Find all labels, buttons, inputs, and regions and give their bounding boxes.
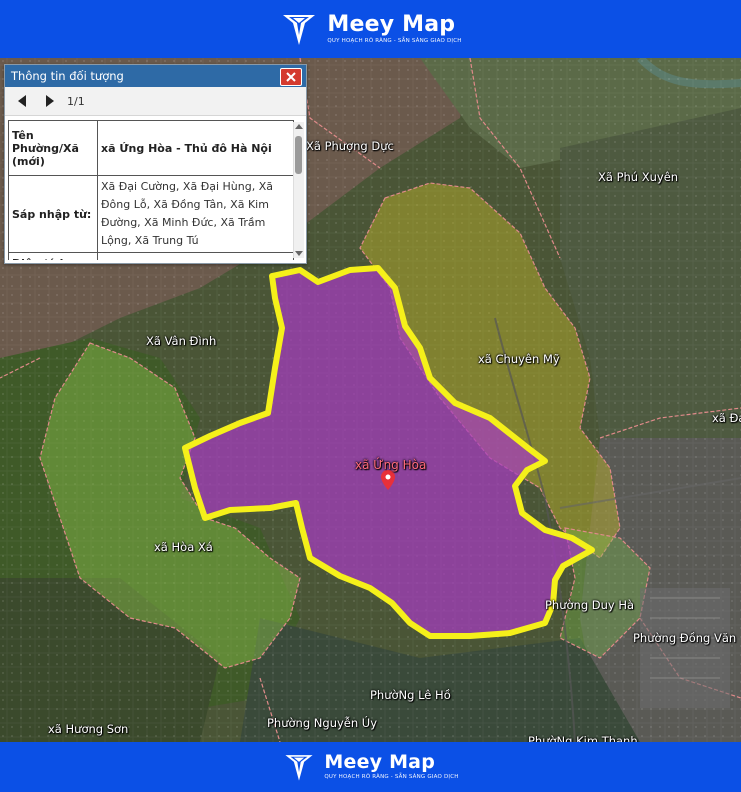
- arrow-right-icon: [46, 95, 54, 107]
- panel-title: Thông tin đối tượng: [11, 69, 124, 83]
- map-label: Phường Đồng Văn: [633, 631, 737, 645]
- map-canvas[interactable]: Xã Phượng Dực Xã Phú Xuyên Xã Vân Đình x…: [0, 58, 741, 742]
- selected-commune-label: xã Ứng Hòa: [355, 458, 427, 472]
- panel-scrollbar[interactable]: [293, 122, 304, 258]
- close-button[interactable]: [280, 68, 302, 86]
- meey-logo-icon: [282, 750, 316, 784]
- scroll-thumb[interactable]: [295, 136, 302, 174]
- info-table: Tên Phường/Xã (mới) xã Ứng Hòa - Thủ đô …: [8, 120, 294, 260]
- map-label: xã Hòa Xá: [154, 540, 213, 554]
- table-row: Sáp nhập từ: Xã Đại Cường, Xã Đại Hùng, …: [8, 175, 294, 253]
- row-key: Sáp nhập từ:: [8, 175, 98, 253]
- table-row: Diện tích: [8, 252, 294, 260]
- map-label: Xã Vân Đình: [146, 334, 217, 348]
- map-label: Phường Nguyễn Úy: [267, 716, 378, 730]
- info-panel: Thông tin đối tượng 1/1 Tên Phường/Xã (m…: [4, 64, 307, 264]
- brand-name: Meey Map: [324, 751, 435, 774]
- map-label: xã Đa: [712, 411, 741, 425]
- panel-pager: 1/1: [5, 87, 306, 116]
- brand-tagline: QUY HOẠCH RÕ RÀNG - SẴN SÀNG GIAO DỊCH: [324, 774, 459, 781]
- panel-body[interactable]: Tên Phường/Xã (mới) xã Ứng Hòa - Thủ đô …: [8, 120, 296, 260]
- pager-count: 1/1: [67, 94, 85, 108]
- panel-header: Thông tin đối tượng: [5, 65, 306, 87]
- map-label: PhườNg Kim Thanh: [528, 734, 638, 742]
- arrow-left-icon: [18, 95, 26, 107]
- map-label: Xã Phượng Dực: [306, 139, 394, 153]
- row-value: [97, 252, 294, 260]
- bottom-brand-bar: Meey Map QUY HOẠCH RÕ RÀNG - SẴN SÀNG GI…: [0, 742, 741, 792]
- map-label: Xã Phú Xuyên: [598, 170, 679, 184]
- brand-name: Meey Map: [327, 11, 456, 37]
- map-label: xã Chuyên Mỹ: [478, 352, 560, 366]
- top-brand-bar: Meey Map QUY HOẠCH RÕ RÀNG - SẴN SÀNG GI…: [0, 0, 741, 58]
- brand-tagline: QUY HOẠCH RÕ RÀNG - SẴN SÀNG GIAO DỊCH: [327, 37, 462, 44]
- map-label: PhườNg Lê Hồ: [370, 688, 451, 702]
- brand-logo-bottom[interactable]: Meey Map QUY HOẠCH RÕ RÀNG - SẴN SÀNG GI…: [282, 750, 458, 784]
- table-row: Tên Phường/Xã (mới) xã Ứng Hòa - Thủ đô …: [8, 120, 294, 176]
- row-key: Diện tích: [8, 252, 98, 260]
- location-pin-icon[interactable]: [381, 470, 395, 490]
- row-value: Xã Đại Cường, Xã Đại Hùng, Xã Đông Lỗ, X…: [97, 175, 294, 253]
- row-key: Tên Phường/Xã (mới): [8, 120, 98, 176]
- next-button[interactable]: [39, 90, 61, 112]
- scroll-down-icon[interactable]: [295, 251, 303, 256]
- row-value: xã Ứng Hòa - Thủ đô Hà Nội: [97, 120, 294, 176]
- map-label: xã Hương Sơn: [48, 722, 129, 736]
- close-icon: [286, 72, 296, 82]
- scroll-up-icon[interactable]: [295, 124, 303, 129]
- brand-logo[interactable]: Meey Map QUY HOẠCH RÕ RÀNG - SẴN SÀNG GI…: [279, 9, 461, 49]
- meey-logo-icon: [279, 9, 319, 49]
- prev-button[interactable]: [11, 90, 33, 112]
- map-label: Phường Duy Hà: [545, 598, 635, 612]
